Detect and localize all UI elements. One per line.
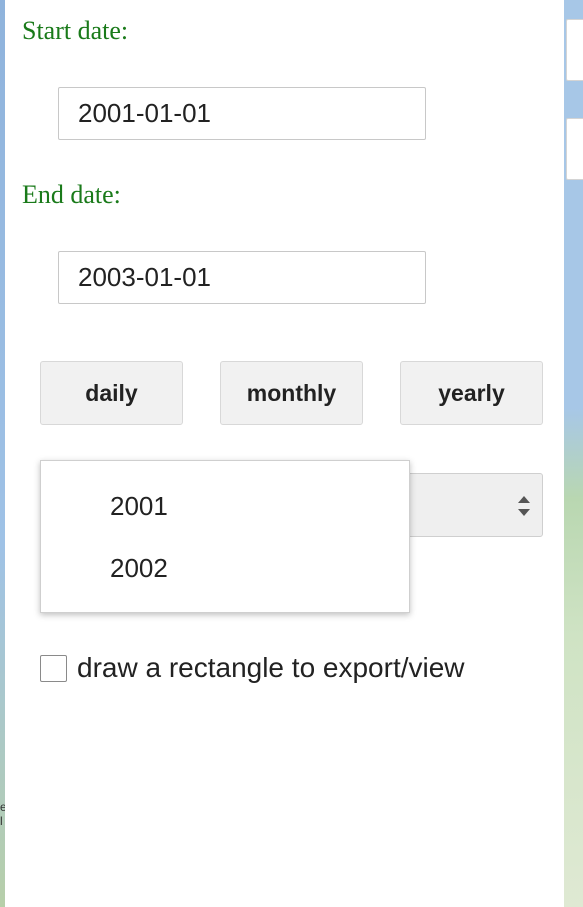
year-option-2001[interactable]: 2001 [110,491,168,522]
end-date-label: End date: [22,180,121,209]
map-control-second[interactable] [566,118,583,180]
monthly-button[interactable]: monthly [220,361,363,425]
map-control-top[interactable] [566,19,583,81]
select-updown-icon [518,496,530,516]
yearly-button[interactable]: yearly [400,361,543,425]
rectangle-checkbox-row[interactable]: draw a rectangle to export/view [40,648,465,688]
daily-button[interactable]: daily [40,361,183,425]
year-dropdown-list: 2001 2002 [40,460,410,613]
rectangle-checkbox[interactable] [40,654,67,682]
rectangle-checkbox-label[interactable]: draw a rectangle to export/view [77,652,465,684]
control-panel: Start date: End date: daily monthly year… [5,0,564,907]
end-date-input[interactable] [58,251,426,304]
start-date-input[interactable] [58,87,426,140]
year-option-2002[interactable]: 2002 [110,553,168,584]
start-date-label: Start date: [22,16,129,45]
